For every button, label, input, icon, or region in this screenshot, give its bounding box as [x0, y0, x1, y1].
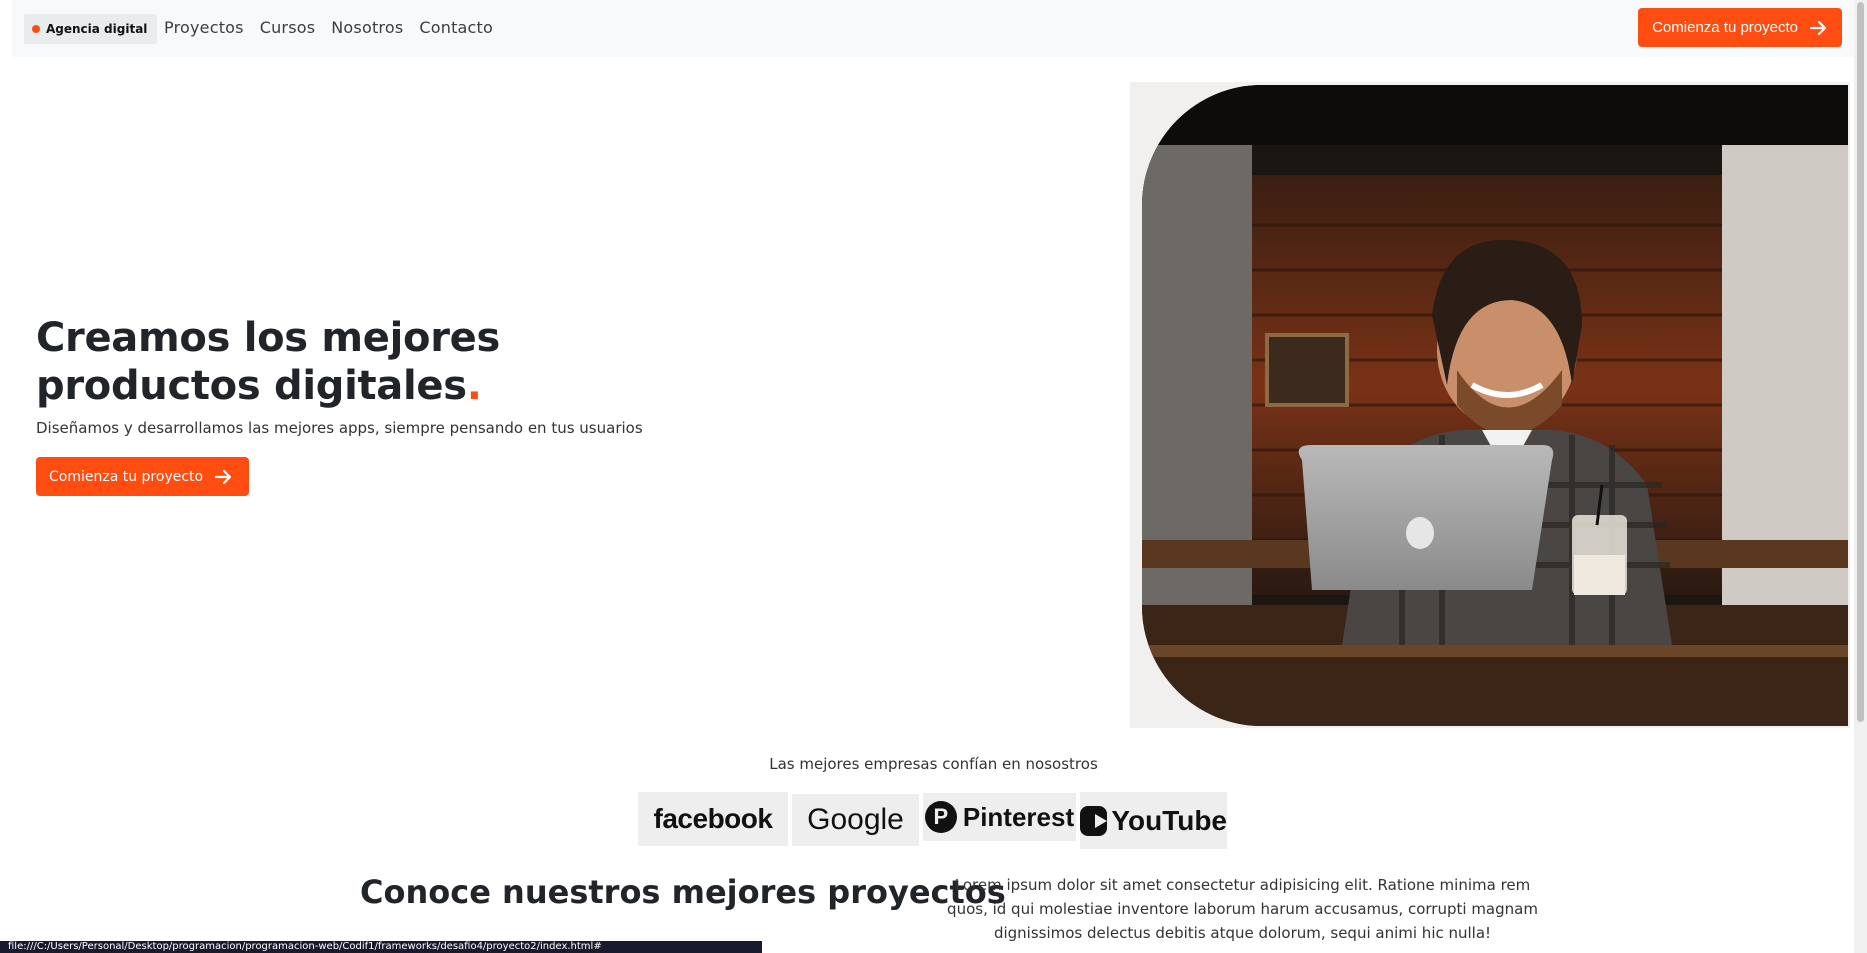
hero-photo [1142, 85, 1848, 726]
hero-title: Creamos los mejores productos digitales. [36, 314, 736, 410]
hero-title-accent: . [466, 363, 482, 409]
brand-logos: facebook Google P Pinterest YouTube [638, 792, 1227, 849]
youtube-logo-text: YouTube [1111, 804, 1227, 836]
arrow-right-icon [1809, 20, 1827, 35]
projects-description: Lorem ipsum dolor sit amet consectetur a… [947, 876, 1538, 942]
page-scrollbar[interactable] [1854, 0, 1867, 953]
header-cta-label: Comienza tu proyecto [1652, 19, 1798, 36]
youtube-logo: YouTube [1080, 792, 1227, 849]
facebook-logo-text: facebook [653, 803, 773, 834]
arrow-right-icon [215, 469, 232, 484]
page: Agencia digital Proyectos Cursos Nosotro… [0, 0, 1867, 953]
main-nav: Proyectos Cursos Nosotros Contacto [164, 18, 493, 37]
nav-link-proyectos[interactable]: Proyectos [164, 18, 244, 37]
google-logo: Google [792, 794, 919, 846]
scrollbar-thumb[interactable] [1857, 2, 1864, 722]
hero-cta-button[interactable]: Comienza tu proyecto [36, 457, 250, 496]
hero-cta-label: Comienza tu proyecto [49, 468, 204, 485]
projects-title: Conoce nuestros mejores proyectos [360, 873, 1006, 911]
brand-logo[interactable]: Agencia digital [24, 14, 158, 44]
trusted-label: Las mejores empresas confían en nosostro… [769, 755, 1098, 773]
youtube-play-icon [1080, 805, 1108, 836]
hero-title-text: Creamos los mejores productos digitales [36, 315, 500, 409]
hero-photo-illustration [1142, 85, 1848, 726]
pinterest-icon: P [924, 801, 957, 833]
hero-image-frame [1130, 82, 1850, 728]
nav-link-cursos[interactable]: Cursos [260, 18, 316, 37]
navbar: Agencia digital Proyectos Cursos Nosotro… [12, 0, 1855, 57]
header-cta-button[interactable]: Comienza tu proyecto [1638, 8, 1842, 47]
facebook-logo: facebook [638, 792, 788, 846]
hero-subtitle: Diseñamos y desarrollamos las mejores ap… [36, 419, 643, 437]
pinterest-logo: P Pinterest [923, 793, 1076, 841]
google-logo-text: Google [807, 803, 904, 836]
nav-link-nosotros[interactable]: Nosotros [331, 18, 403, 37]
logo-label: Agencia digital [46, 22, 148, 36]
browser-status-bar: file:///C:/Users/Personal/Desktop/progra… [0, 941, 762, 953]
nav-link-contacto[interactable]: Contacto [419, 18, 493, 37]
pinterest-logo-text: Pinterest [962, 801, 1075, 832]
logo-dot-icon [32, 25, 40, 33]
